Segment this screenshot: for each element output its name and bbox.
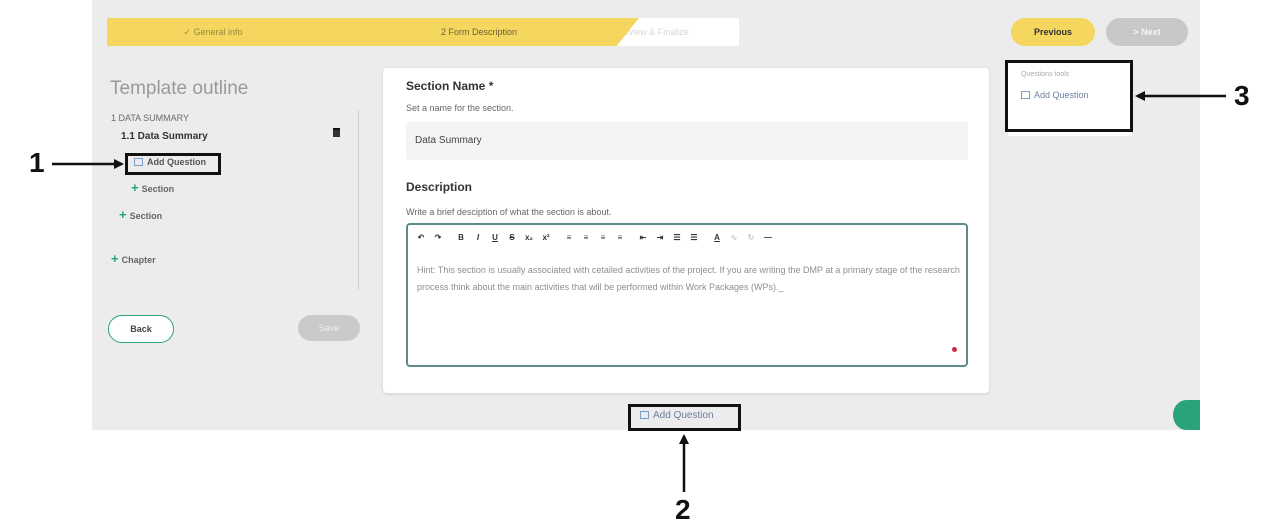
annotation-number-1: 1: [29, 147, 45, 178]
figure: ✓ General info 3 Preview & Finalize 2 Fo…: [0, 0, 1265, 531]
annotation-arrows: [52, 91, 1226, 492]
annotation-number-3: 3: [1234, 80, 1250, 111]
annotation-number-2: 2: [675, 494, 691, 525]
